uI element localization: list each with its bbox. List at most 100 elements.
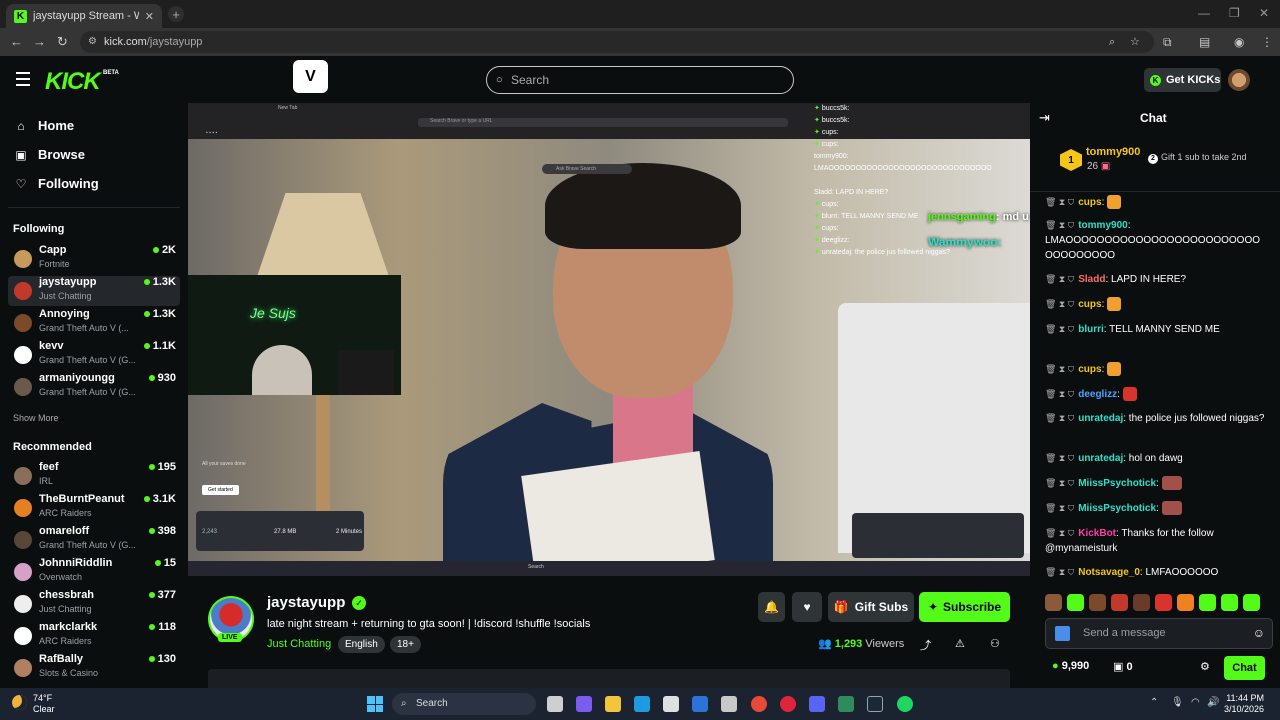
system-clock[interactable]: 11:44 PM 3/10/2026 <box>1224 693 1264 715</box>
share-icon[interactable]: ⤴ <box>920 637 931 653</box>
url-field[interactable]: ⚙ kick.com/jaystayupp ⌕ ☆ <box>80 31 1154 53</box>
emoji-icon[interactable]: ☺ <box>1253 626 1265 640</box>
sidebar-divider <box>8 207 180 208</box>
get-kicks-button[interactable]: K Get KICKs <box>1144 68 1221 92</box>
collapse-chat-icon[interactable]: ⇥ <box>1039 110 1050 126</box>
notifications-button[interactable]: 🔔 <box>758 592 785 622</box>
sidebar-channel[interactable]: RafBally Slots & Casino 130 <box>8 653 180 683</box>
kicks-balance[interactable]: ● 9,990 <box>1052 660 1089 672</box>
kick-logo[interactable]: KICK <box>45 68 101 96</box>
emote-icon[interactable] <box>1067 594 1084 611</box>
channel-viewers: 398 <box>148 525 176 537</box>
mic-icon[interactable]: 🎙 <box>1171 697 1184 708</box>
emote-icon[interactable] <box>1221 594 1238 611</box>
spotify-icon[interactable] <box>897 696 913 712</box>
reload-icon[interactable]: ↻ <box>57 34 68 50</box>
channel-category: Grand Theft Auto V (G... <box>39 387 136 397</box>
chat-input[interactable]: Send a message ☺ <box>1045 618 1273 649</box>
minimize-window-icon[interactable]: — <box>1198 6 1210 20</box>
copilot-icon[interactable] <box>576 696 592 712</box>
channel-name: RafBally <box>39 653 84 665</box>
show-more-link[interactable]: Show More <box>13 413 59 423</box>
tag-mature[interactable]: 18+ <box>390 636 421 653</box>
more-actions-icon[interactable]: ⚇ <box>990 637 1000 650</box>
chevron-up-icon[interactable]: ⌃ <box>1150 697 1158 708</box>
video-overlay-message: jennsgaming: md u going to the brandrisk… <box>928 211 1030 223</box>
wifi-icon[interactable]: ◠ <box>1191 697 1200 708</box>
chrome-icon[interactable] <box>751 696 767 712</box>
sidebar-channel[interactable]: chessbrah Just Chatting 377 <box>8 589 180 619</box>
sidebar-channel-active[interactable]: jaystayupp Just Chatting 1.3K <box>8 276 180 306</box>
store-icon[interactable] <box>663 696 679 712</box>
neon-sign: Je Sujs <box>250 305 296 321</box>
close-window-icon[interactable]: ✕ <box>1259 6 1269 20</box>
menu-icon[interactable] <box>16 72 30 90</box>
excel-icon[interactable] <box>838 696 854 712</box>
task-view-icon[interactable] <box>547 696 563 712</box>
weather-widget[interactable]: 74°F Clear <box>33 693 55 715</box>
sidebar-channel[interactable]: JohnniRiddlin Overwatch 15 <box>8 557 180 587</box>
extensions-icon[interactable]: ⧉ <box>1163 35 1172 50</box>
emote-icon[interactable] <box>1111 594 1128 611</box>
sidebar-channel[interactable]: kevv Grand Theft Auto V (G... 1.1K <box>8 340 180 370</box>
taskbar-search[interactable]: ⌕ Search <box>392 693 536 715</box>
sidebar-channel[interactable]: omareloff Grand Theft Auto V (G... 398 <box>8 525 180 555</box>
sidebar-channel[interactable]: markclarkk ARC Raiders 118 <box>8 621 180 651</box>
nav-browse[interactable]: ▣ Browse <box>14 147 85 162</box>
kick-favicon-icon: K <box>14 9 27 23</box>
report-icon[interactable]: ⚠ <box>955 637 965 650</box>
gift-cta[interactable]: 2 Gift 1 sub to take 2nd <box>1148 152 1247 164</box>
emote-icon[interactable] <box>1155 594 1172 611</box>
gift-subs-button[interactable]: 🎁 Gift Subs <box>828 592 914 622</box>
sidebar-channel[interactable]: Annoying Grand Theft Auto V (... 1.3K <box>8 308 180 338</box>
sidepanel-icon[interactable]: ▤ <box>1199 35 1210 49</box>
volume-icon[interactable]: 🔊 <box>1207 697 1219 708</box>
chat-message: 🗑 ⧗ ⛉ MiissPsychotick: <box>1045 501 1267 516</box>
maximize-window-icon[interactable]: ❐ <box>1229 6 1240 20</box>
outlook-icon[interactable] <box>692 696 708 712</box>
browser-tab[interactable]: K jaystayupp Stream - Watch Live ✕ <box>6 4 162 28</box>
send-chat-button[interactable]: Chat <box>1224 656 1265 680</box>
opera-icon[interactable] <box>780 696 796 712</box>
video-player[interactable]: New Tab Search Brave or type a URL ▪ ▪ ▪… <box>188 103 1030 576</box>
gift-leaderboard[interactable]: 1 tommy900 26 ▣ 2 Gift 1 sub to take 2nd <box>1030 137 1280 192</box>
follow-button[interactable]: ♥ <box>792 592 822 622</box>
close-tab-icon[interactable]: ✕ <box>145 10 154 23</box>
sidebar-channel[interactable]: feef IRL 195 <box>8 461 180 491</box>
forward-icon[interactable]: → <box>33 34 46 49</box>
file-explorer-icon[interactable] <box>605 696 621 712</box>
browser-menu-icon[interactable]: ⋮ <box>1261 35 1273 49</box>
stream-category[interactable]: Just Chatting <box>267 638 331 650</box>
nav-home[interactable]: ⌂ Home <box>14 118 74 133</box>
edge-icon[interactable] <box>634 696 650 712</box>
new-tab-button[interactable]: + <box>168 6 184 22</box>
back-icon[interactable]: ← <box>10 34 23 49</box>
emote-icon[interactable] <box>1045 594 1062 611</box>
sidebar-channel[interactable]: Capp Fortnite 2K <box>8 244 180 274</box>
subscribe-button[interactable]: ✦ Subscribe <box>919 592 1010 622</box>
emote-icon[interactable] <box>1177 594 1194 611</box>
discord-icon[interactable] <box>809 696 825 712</box>
sidebar-channel[interactable]: TheBurntPeanut ARC Raiders 3.1K <box>8 493 180 523</box>
nav-following[interactable]: ♡ Following <box>14 176 99 191</box>
emote-icon[interactable] <box>1089 594 1106 611</box>
bookmark-star-icon[interactable]: ☆ <box>1130 31 1140 53</box>
emote-icon[interactable] <box>1243 594 1260 611</box>
steam-icon[interactable] <box>867 696 883 712</box>
user-avatar[interactable] <box>1228 69 1250 91</box>
subs-balance[interactable]: ▣ 0 <box>1113 660 1133 673</box>
vault-icon[interactable]: V <box>293 60 328 93</box>
start-button[interactable] <box>367 696 383 712</box>
gear-icon[interactable]: ⚙ <box>1200 660 1210 673</box>
search-input[interactable]: ○ Search <box>486 66 794 94</box>
live-dot-icon <box>148 375 155 381</box>
profile-icon[interactable]: ◉ <box>1234 35 1244 49</box>
streamer-name[interactable]: jaystayupp <box>267 594 345 611</box>
tag-language[interactable]: English <box>338 636 385 653</box>
emote-icon[interactable] <box>1133 594 1150 611</box>
clock-app-icon[interactable] <box>721 696 737 712</box>
site-info-icon[interactable]: ⚙ <box>88 31 97 53</box>
sidebar-channel[interactable]: armaniyoungg Grand Theft Auto V (G... 93… <box>8 372 180 402</box>
emote-icon[interactable] <box>1199 594 1216 611</box>
zoom-icon[interactable]: ⌕ <box>1109 31 1115 53</box>
